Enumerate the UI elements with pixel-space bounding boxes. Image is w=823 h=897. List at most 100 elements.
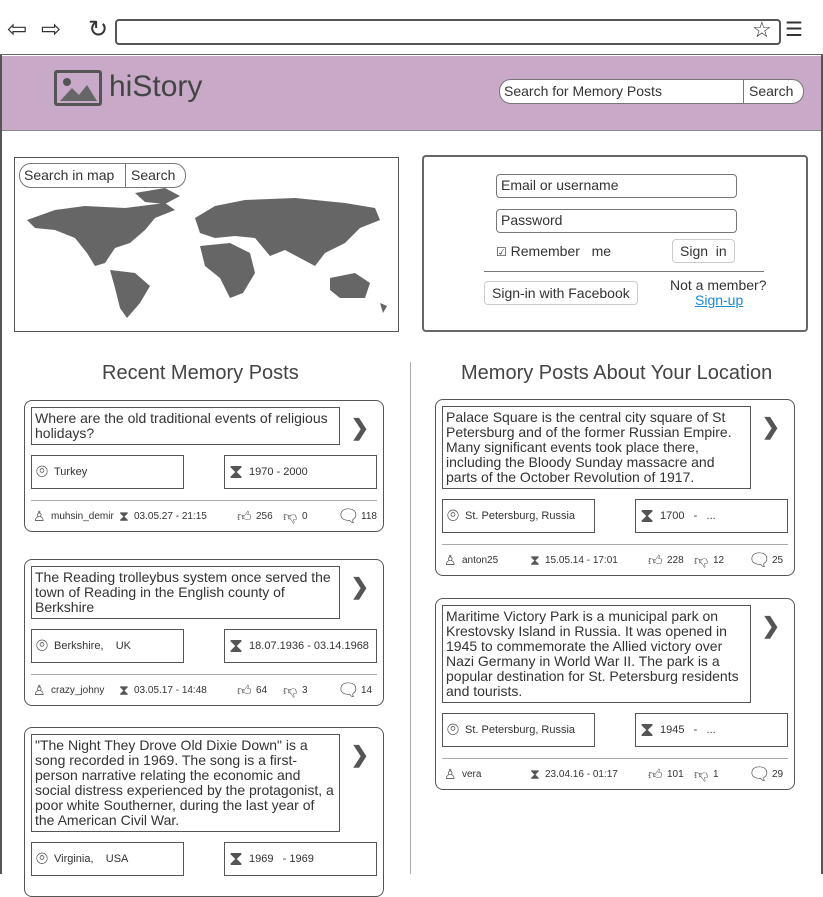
like-count: 228	[667, 554, 684, 566]
login-panel: Email or username Password ☑ Remember me…	[422, 155, 808, 332]
location-text: St. Petersburg, Russia	[465, 510, 576, 522]
hourglass-icon: ⧗	[229, 847, 244, 870]
user-icon: ♙	[33, 681, 46, 698]
thumbs-up-icon[interactable]: 👍︎	[648, 766, 663, 783]
location-text: Berkshire, UK	[54, 640, 132, 652]
forward-icon[interactable]: ⇨	[41, 18, 61, 42]
post-period: ⧗ 18.07.1936 - 03.14.1968	[224, 629, 377, 663]
post-text: "The Night They Drove Old Dixie Down" is…	[31, 734, 340, 832]
comment-count: 25	[772, 554, 784, 566]
post-text: Maritime Victory Park is a municipal par…	[442, 605, 751, 703]
comment-count: 118	[361, 510, 377, 522]
map-pin-icon: ⌾	[447, 504, 459, 527]
dislike-count: 3	[302, 684, 308, 696]
local-posts-title: Memory Posts About Your Location	[461, 362, 773, 384]
memory-post-card: Palace Square is the central city square…	[435, 399, 795, 576]
user-icon: ♙	[444, 551, 457, 568]
chevron-right-icon[interactable]: ❯	[762, 414, 780, 440]
password-field[interactable]: Password	[496, 209, 737, 233]
post-author[interactable]: vera	[462, 769, 481, 780]
post-date: 03.05.17 - 14:48	[134, 684, 207, 696]
like-count: 256	[256, 510, 273, 522]
map-pin-icon: ⌾	[447, 718, 459, 741]
url-bar[interactable]	[115, 19, 781, 45]
comment-icon[interactable]: 🗨︎	[748, 550, 771, 571]
post-search-input[interactable]: Search for Memory Posts	[500, 80, 743, 103]
post-period: ⧗ 1945 - ...	[635, 713, 788, 747]
facebook-signin-button[interactable]: Sign-in with Facebook	[484, 281, 638, 305]
post-period: ⧗ 1700 - ...	[635, 499, 788, 533]
hourglass-icon: ⧗	[530, 551, 540, 568]
user-icon: ♙	[33, 507, 46, 524]
map-search: Search in map Search	[19, 163, 186, 188]
comment-icon[interactable]: 🗨︎	[748, 764, 771, 785]
email-field[interactable]: Email or username	[496, 174, 737, 198]
location-text: Turkey	[54, 466, 88, 478]
remember-me-checkbox[interactable]: ☑ Remember me	[496, 243, 611, 259]
post-footer: ♙ anton25 ⧗ 15.05.14 - 17:01 👍︎ 228 👎︎ 1…	[442, 544, 788, 575]
thumbs-up-icon[interactable]: 👍︎	[237, 682, 252, 699]
thumbs-down-icon[interactable]: 👎︎	[283, 682, 297, 699]
hourglass-icon: ⧗	[119, 507, 129, 524]
chevron-right-icon[interactable]: ❯	[351, 415, 369, 441]
sign-in-button[interactable]: Sign in	[672, 239, 735, 263]
comment-count: 29	[772, 768, 784, 780]
not-member-text: Not a member?	[670, 277, 767, 293]
chevron-right-icon[interactable]: ❯	[351, 742, 369, 768]
like-count: 101	[667, 768, 684, 780]
period-text: 18.07.1936 - 03.14.1968	[249, 640, 369, 652]
back-icon[interactable]: ⇦	[7, 18, 27, 42]
thumbs-down-icon[interactable]: 👎︎	[694, 766, 708, 783]
location-text: Virginia, USA	[54, 853, 129, 865]
divider	[484, 271, 764, 272]
memory-post-card: Maritime Victory Park is a municipal par…	[435, 598, 795, 790]
thumbs-up-icon[interactable]: 👍︎	[237, 508, 252, 525]
hourglass-icon: ⧗	[640, 504, 655, 527]
post-footer: ♙ vera ⧗ 23.04.16 - 01:17 👍︎ 101 👎︎ 1 🗨︎…	[442, 758, 788, 789]
map-search-input[interactable]: Search in map	[20, 164, 125, 187]
comment-icon[interactable]: 🗨︎	[337, 506, 360, 527]
location-text: St. Petersburg, Russia	[465, 724, 576, 736]
post-period: ⧗ 1970 - 2000	[224, 455, 377, 489]
period-text: 1945 - ...	[660, 724, 716, 736]
logo-image-icon	[54, 70, 102, 106]
world-map[interactable]: Search in map Search	[14, 157, 399, 332]
hourglass-icon: ⧗	[229, 634, 244, 657]
period-text: 1969 - 1969	[249, 853, 314, 865]
post-text: The Reading trolleybus system once serve…	[31, 566, 340, 619]
dislike-count: 12	[713, 554, 725, 566]
thumbs-down-icon[interactable]: 👎︎	[694, 552, 708, 569]
post-search-button[interactable]: Search	[743, 80, 803, 103]
post-date: 03.05.27 - 21:15	[134, 510, 207, 522]
thumbs-down-icon[interactable]: 👎︎	[283, 508, 297, 525]
post-search: Search for Memory Posts Search	[499, 79, 804, 104]
browser-toolbar: ⇦ ⇨ ↻ ☆ ☰	[0, 0, 823, 55]
user-icon: ♙	[444, 765, 457, 782]
post-location: ⌾ Berkshire, UK	[31, 629, 184, 663]
chevron-right-icon[interactable]: ❯	[762, 613, 780, 639]
hourglass-icon: ⧗	[530, 765, 540, 782]
post-author[interactable]: muhsin_demir	[51, 511, 114, 522]
memory-post-card: The Reading trolleybus system once serve…	[24, 559, 384, 706]
site-header: hiStory Search for Memory Posts Search	[2, 56, 821, 131]
map-search-button[interactable]: Search	[125, 164, 185, 187]
post-footer: ♙ muhsin_demir ⧗ 03.05.27 - 21:15 👍︎ 256…	[31, 500, 377, 531]
menu-icon[interactable]: ☰	[785, 18, 803, 42]
comment-icon[interactable]: 🗨︎	[337, 680, 360, 701]
post-author[interactable]: crazy_johny	[51, 685, 104, 696]
map-pin-icon: ⌾	[36, 847, 48, 870]
reload-icon[interactable]: ↻	[88, 18, 108, 42]
post-author[interactable]: anton25	[462, 555, 498, 566]
map-pin-icon: ⌾	[36, 460, 48, 483]
post-date: 15.05.14 - 17:01	[545, 554, 618, 566]
memory-post-card: Where are the old traditional events of …	[24, 400, 384, 532]
star-icon[interactable]: ☆	[752, 18, 772, 42]
dislike-count: 0	[302, 510, 308, 522]
recent-posts-title: Recent Memory Posts	[102, 362, 299, 384]
column-divider	[410, 362, 411, 874]
checkbox-checked-icon: ☑	[496, 245, 507, 259]
thumbs-up-icon[interactable]: 👍︎	[648, 552, 663, 569]
chevron-right-icon[interactable]: ❯	[351, 574, 369, 600]
period-text: 1970 - 2000	[249, 466, 308, 478]
signup-link[interactable]: Sign-up	[695, 292, 743, 308]
